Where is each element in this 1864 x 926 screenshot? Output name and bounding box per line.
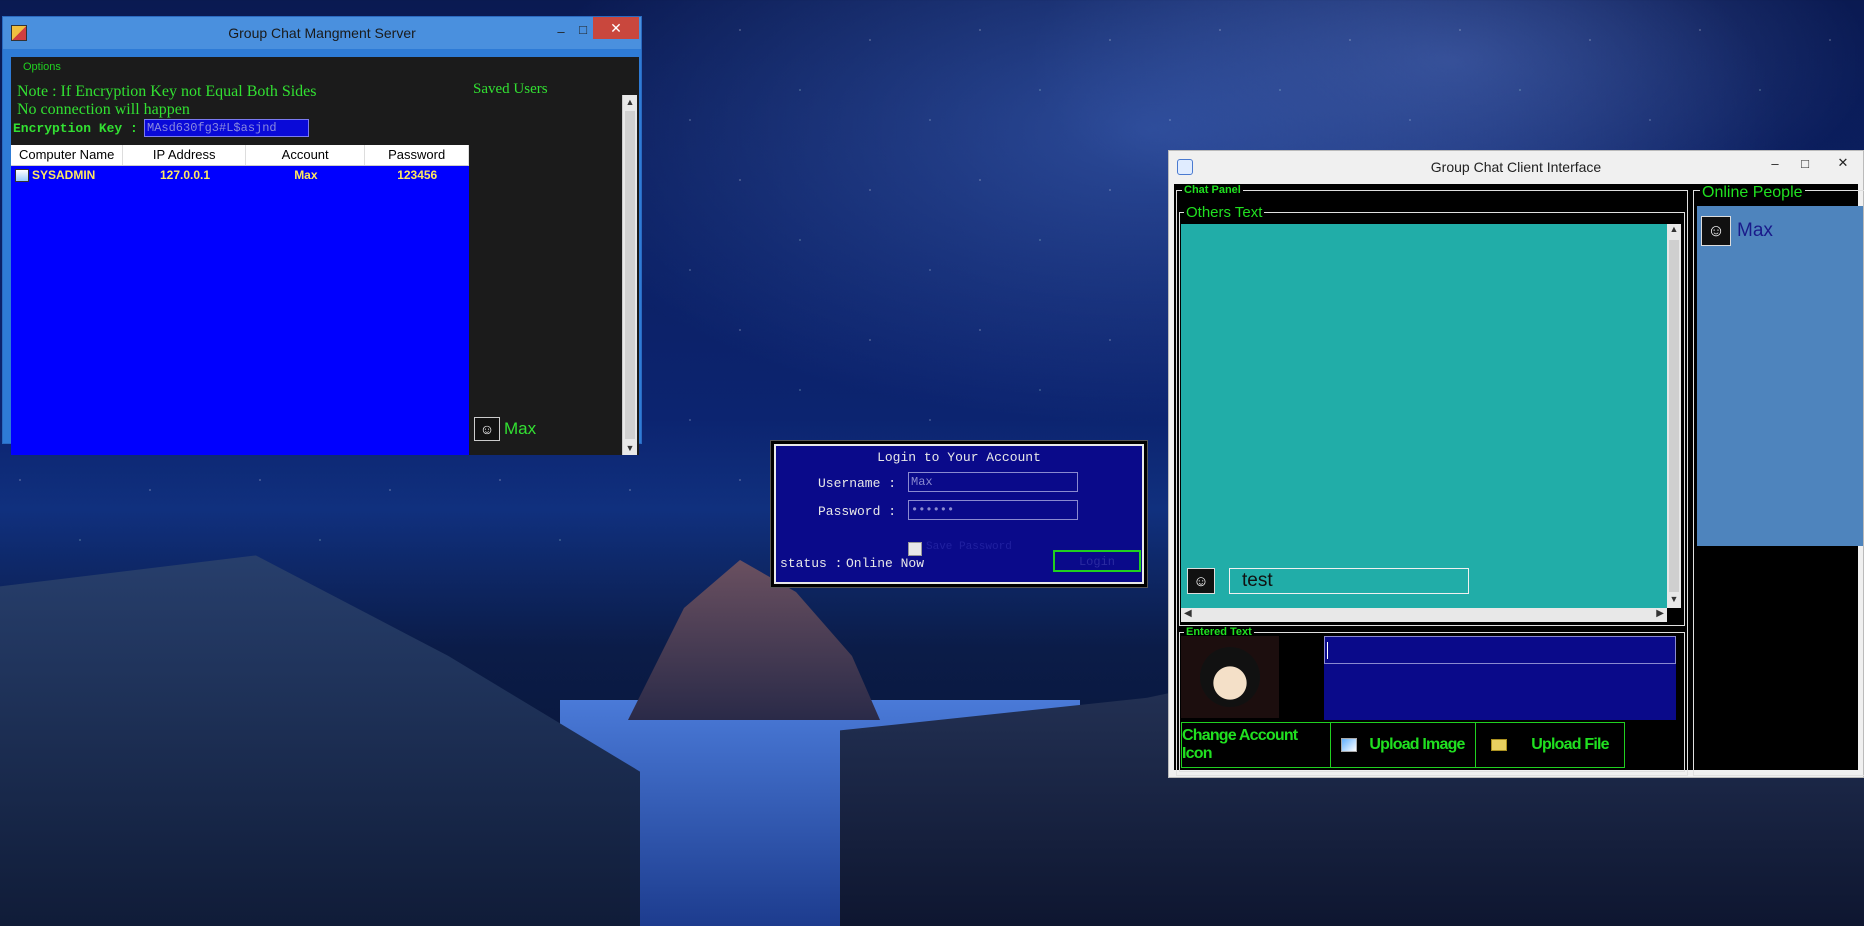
upload-file-button[interactable]: Upload File [1475,722,1625,768]
upload-image-label: Upload Image [1369,736,1465,753]
folder-icon [1491,739,1508,751]
column-header-ip[interactable]: IP Address [123,145,247,165]
online-avatar-icon: ☺ [1701,216,1731,246]
message-entry[interactable] [1324,636,1676,720]
computer-name: SYSADMIN [32,168,96,182]
message-input[interactable] [1324,636,1676,664]
online-person-item[interactable]: ☺ Max [1701,216,1773,246]
saved-user-name: Max [504,419,537,438]
mickey-face-icon [1200,647,1260,707]
password-input[interactable]: •••••• [908,500,1078,520]
encryption-key-input[interactable]: MAsd630fg3#L$asjnd [144,119,309,137]
upload-image-button[interactable]: Upload Image [1330,722,1476,768]
encryption-key-label: Encryption Key : [13,121,138,136]
login-panel: Login to Your Account Username : Max Pas… [774,444,1144,584]
others-vertical-scrollbar[interactable]: ▲ ▼ [1667,224,1681,608]
save-password-checkbox[interactable] [908,542,922,556]
chat-panel-label: Chat Panel [1182,184,1243,196]
server-client-area: Options Note : If Encryption Key not Equ… [11,57,639,455]
close-button[interactable]: ✕ [1825,151,1861,175]
upload-file-label: Upload File [1531,736,1609,753]
computer-cell: SYSADMIN [11,166,124,184]
client-titlebar[interactable]: Group Chat Client Interface – □ ✕ [1169,151,1863,183]
login-title: Login to Your Account [877,450,1041,465]
message-text: test [1229,568,1469,594]
image-icon [1341,738,1358,752]
scroll-left-icon[interactable]: ◀ [1184,608,1192,619]
user-avatar-icon: ☺ [474,417,500,441]
server-titlebar[interactable]: Group Chat Mangment Server – □ ✕ [3,17,641,49]
scroll-down-icon[interactable]: ▼ [623,441,637,455]
text-caret [1327,642,1328,659]
status-label: status : [780,556,843,571]
saved-user-item[interactable]: ☺ Max [474,417,536,441]
note-line-1: Note : If Encryption Key not Equal Both … [17,83,317,100]
scroll-right-icon[interactable]: ▶ [1656,608,1664,619]
message-avatar-icon: ☺ [1187,568,1215,594]
login-button[interactable]: Login [1053,550,1141,572]
scroll-down-icon[interactable]: ▼ [1667,594,1681,608]
others-text-area[interactable]: ☺ test [1181,224,1667,608]
change-account-icon-label: Change Account Icon [1182,727,1298,762]
message-item: ☺ [1187,568,1215,594]
client-area: Chat Panel Others Text ☺ test ▲ ▼ ◀ ▶ En… [1174,184,1864,776]
users-table[interactable]: Computer Name IP Address Account Passwor… [11,145,470,455]
table-row[interactable]: SYSADMIN 127.0.0.1 Max 123456 [11,166,469,184]
scroll-thumb[interactable] [625,111,635,439]
online-people-label: Online People [1700,184,1805,202]
account-cell: Max [294,168,318,182]
column-header-account[interactable]: Account [246,145,366,165]
scroll-up-icon[interactable]: ▲ [1667,224,1681,238]
others-horizontal-scrollbar[interactable]: ◀ ▶ [1181,608,1667,622]
account-avatar-icon[interactable] [1181,636,1279,718]
login-dialog: Login to Your Account Username : Max Pas… [770,440,1148,588]
client-window: Group Chat Client Interface – □ ✕ Chat P… [1168,150,1864,778]
note-line-2: No connection will happen [17,101,190,118]
username-label: Username : [818,476,897,491]
computer-icon [15,168,29,182]
close-button[interactable]: ✕ [593,17,639,39]
online-people-list[interactable]: ☺ Max [1697,206,1863,546]
change-account-icon-button[interactable]: Change Account Icon [1181,722,1331,768]
status-value: Online Now [846,556,925,571]
saved-users-title: Saved Users [473,81,548,97]
table-header: Computer Name IP Address Account Passwor… [11,145,470,166]
menu-options[interactable]: Options [23,61,61,73]
password-cell: 123456 [397,168,438,182]
scroll-thumb[interactable] [1669,240,1679,592]
column-header-computer[interactable]: Computer Name [11,145,124,165]
saved-users-scrollbar[interactable]: ▲ ▼ [622,95,637,455]
others-text-label: Others Text [1184,204,1265,221]
maximize-button[interactable]: □ [1787,151,1823,175]
server-window: Group Chat Mangment Server – □ ✕ Options… [2,16,642,455]
scroll-up-icon[interactable]: ▲ [623,95,637,109]
password-label: Password : [818,504,897,519]
save-password-label[interactable]: Save Password [926,541,1012,553]
ip-cell: 127.0.0.1 [160,168,211,182]
online-person-name: Max [1737,220,1773,241]
column-header-password[interactable]: Password [365,145,470,165]
desktop-rock-left [0,555,640,926]
username-input[interactable]: Max [908,472,1078,492]
